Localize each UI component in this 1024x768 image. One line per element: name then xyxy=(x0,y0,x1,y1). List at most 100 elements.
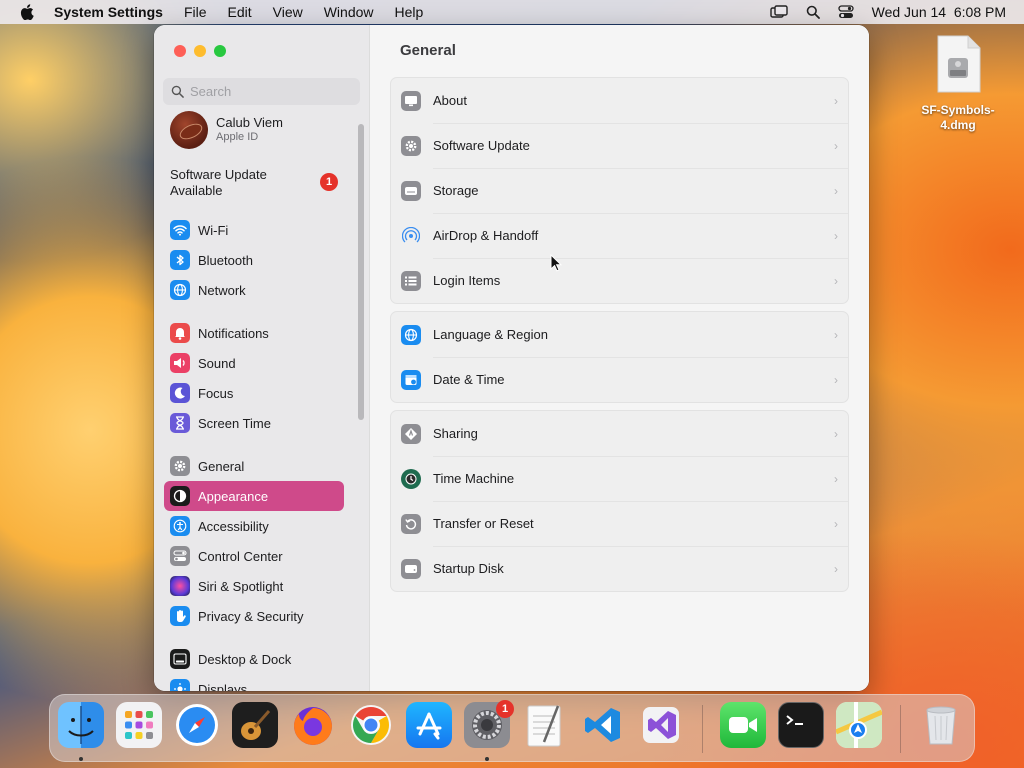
dock-separator xyxy=(702,705,703,753)
menu-file[interactable]: File xyxy=(184,4,207,20)
sidebar-item-control-center[interactable]: Control Center xyxy=(164,541,344,571)
apple-id-account[interactable]: Calub Viem Apple ID xyxy=(170,111,283,149)
sidebar-item-label: Network xyxy=(198,282,246,298)
row-time-machine[interactable]: Time Machine › xyxy=(391,456,848,501)
sun-icon xyxy=(170,679,190,691)
sidebar-item-displays[interactable]: Displays xyxy=(164,674,344,691)
guitar-icon xyxy=(241,710,271,740)
drive-icon xyxy=(401,180,421,201)
row-airdrop-handoff[interactable]: AirDrop & Handoff › xyxy=(391,213,848,258)
row-label: Language & Region xyxy=(433,327,548,342)
sidebar-item-bluetooth[interactable]: Bluetooth xyxy=(164,245,344,275)
sidebar-item-label: Screen Time xyxy=(198,415,271,431)
bell-icon xyxy=(170,323,190,343)
dock-vscode[interactable] xyxy=(580,702,626,748)
dock-chrome[interactable] xyxy=(348,702,394,748)
software-update-available[interactable]: Software Update Available xyxy=(170,167,300,199)
dock-textedit[interactable] xyxy=(522,702,568,748)
dock-terminal[interactable] xyxy=(778,702,824,748)
dock-facetime[interactable] xyxy=(720,702,766,748)
row-language-region[interactable]: Language & Region › xyxy=(391,312,848,357)
menu-help[interactable]: Help xyxy=(395,4,424,20)
sidebar-item-privacy-security[interactable]: Privacy & Security xyxy=(164,601,344,631)
control-center-icon[interactable] xyxy=(837,5,854,19)
dock-settings-badge: 1 xyxy=(496,700,514,718)
settings-group-3: Sharing › Time Machine › Transfer or Res… xyxy=(390,410,849,592)
menu-clock[interactable]: Wed Jun 14 6:08 PM xyxy=(872,4,1006,20)
sidebar-item-accessibility[interactable]: Accessibility xyxy=(164,511,344,541)
minimize-button[interactable] xyxy=(194,45,206,57)
chevron-right-icon: › xyxy=(834,328,838,342)
firefox-icon xyxy=(294,707,332,745)
row-login-items[interactable]: Login Items › xyxy=(391,258,848,303)
window-controls xyxy=(174,45,226,57)
row-about[interactable]: About › xyxy=(391,78,848,123)
row-label: Software Update xyxy=(433,138,530,153)
sidebar-item-label: Sound xyxy=(198,355,236,371)
dock-icon xyxy=(170,649,190,669)
screen-mirroring-icon[interactable] xyxy=(769,5,788,19)
settings-group-1: About › Software Update › Storage › AirD… xyxy=(390,77,849,304)
chevron-right-icon: › xyxy=(834,139,838,153)
accessibility-icon xyxy=(170,516,190,536)
page-title: General xyxy=(400,42,456,59)
dock-garageband[interactable] xyxy=(232,702,278,748)
chevron-right-icon: › xyxy=(834,184,838,198)
sidebar-item-label: Siri & Spotlight xyxy=(198,578,284,594)
sidebar-item-appearance[interactable]: Appearance xyxy=(164,481,344,511)
sidebar-item-desktop-dock[interactable]: Desktop & Dock xyxy=(164,644,344,674)
close-button[interactable] xyxy=(174,45,186,57)
row-label: Startup Disk xyxy=(433,561,504,576)
menu-window[interactable]: Window xyxy=(324,4,374,20)
sidebar-item-label: Privacy & Security xyxy=(198,608,304,624)
sidebar-item-network[interactable]: Network xyxy=(164,275,344,305)
finder-icon xyxy=(68,706,94,744)
maps-icon xyxy=(836,702,882,748)
chevron-right-icon: › xyxy=(834,274,838,288)
row-software-update[interactable]: Software Update › xyxy=(391,123,848,168)
menu-edit[interactable]: Edit xyxy=(228,4,252,20)
sidebar-item-focus[interactable]: Focus xyxy=(164,378,344,408)
search-field[interactable]: Search xyxy=(163,78,360,105)
dock-firefox[interactable] xyxy=(290,702,336,748)
dock-separator xyxy=(900,705,901,753)
video-camera-icon xyxy=(729,717,757,733)
dock-finder[interactable] xyxy=(58,702,104,748)
row-storage[interactable]: Storage › xyxy=(391,168,848,213)
row-label: Login Items xyxy=(433,273,501,288)
row-transfer-reset[interactable]: Transfer or Reset › xyxy=(391,501,848,546)
speaker-icon xyxy=(170,353,190,373)
menu-app-name[interactable]: System Settings xyxy=(54,4,163,20)
reset-icon xyxy=(401,513,421,534)
globe-icon xyxy=(401,324,421,345)
wifi-icon xyxy=(170,220,190,240)
sidebar-item-sound[interactable]: Sound xyxy=(164,348,344,378)
menu-view[interactable]: View xyxy=(273,4,303,20)
desktop-dmg-file[interactable]: SF-Symbols-4.dmg xyxy=(912,34,1004,133)
dock-app-store[interactable] xyxy=(406,702,452,748)
time-machine-icon xyxy=(401,468,421,489)
dock-trash[interactable] xyxy=(918,702,964,748)
chevron-right-icon: › xyxy=(834,427,838,441)
row-sharing[interactable]: Sharing › xyxy=(391,411,848,456)
menu-bar: System Settings File Edit View Window He… xyxy=(0,0,1024,24)
sidebar-item-label: Wi-Fi xyxy=(198,222,229,238)
dock-launchpad[interactable] xyxy=(116,702,162,748)
row-label: AirDrop & Handoff xyxy=(433,228,539,243)
dock-visual-studio[interactable] xyxy=(638,702,684,748)
dock-safari[interactable] xyxy=(174,702,220,748)
sidebar-item-siri-spotlight[interactable]: Siri & Spotlight xyxy=(164,571,344,601)
dock-maps[interactable] xyxy=(836,702,882,748)
sidebar-item-wifi[interactable]: Wi-Fi xyxy=(164,215,344,245)
row-date-time[interactable]: Date & Time › xyxy=(391,357,848,402)
apple-menu-icon[interactable] xyxy=(20,4,36,20)
sidebar-scrollbar[interactable] xyxy=(358,124,364,420)
disk-icon xyxy=(401,558,421,579)
sidebar-item-notifications[interactable]: Notifications xyxy=(164,318,344,348)
sidebar-item-screen-time[interactable]: Screen Time xyxy=(164,408,344,438)
sidebar: Search Calub Viem Apple ID Software Upda… xyxy=(154,25,370,691)
spotlight-search-icon[interactable] xyxy=(806,5,820,19)
row-startup-disk[interactable]: Startup Disk › xyxy=(391,546,848,591)
sidebar-item-general[interactable]: General xyxy=(164,451,344,481)
zoom-button[interactable] xyxy=(214,45,226,57)
